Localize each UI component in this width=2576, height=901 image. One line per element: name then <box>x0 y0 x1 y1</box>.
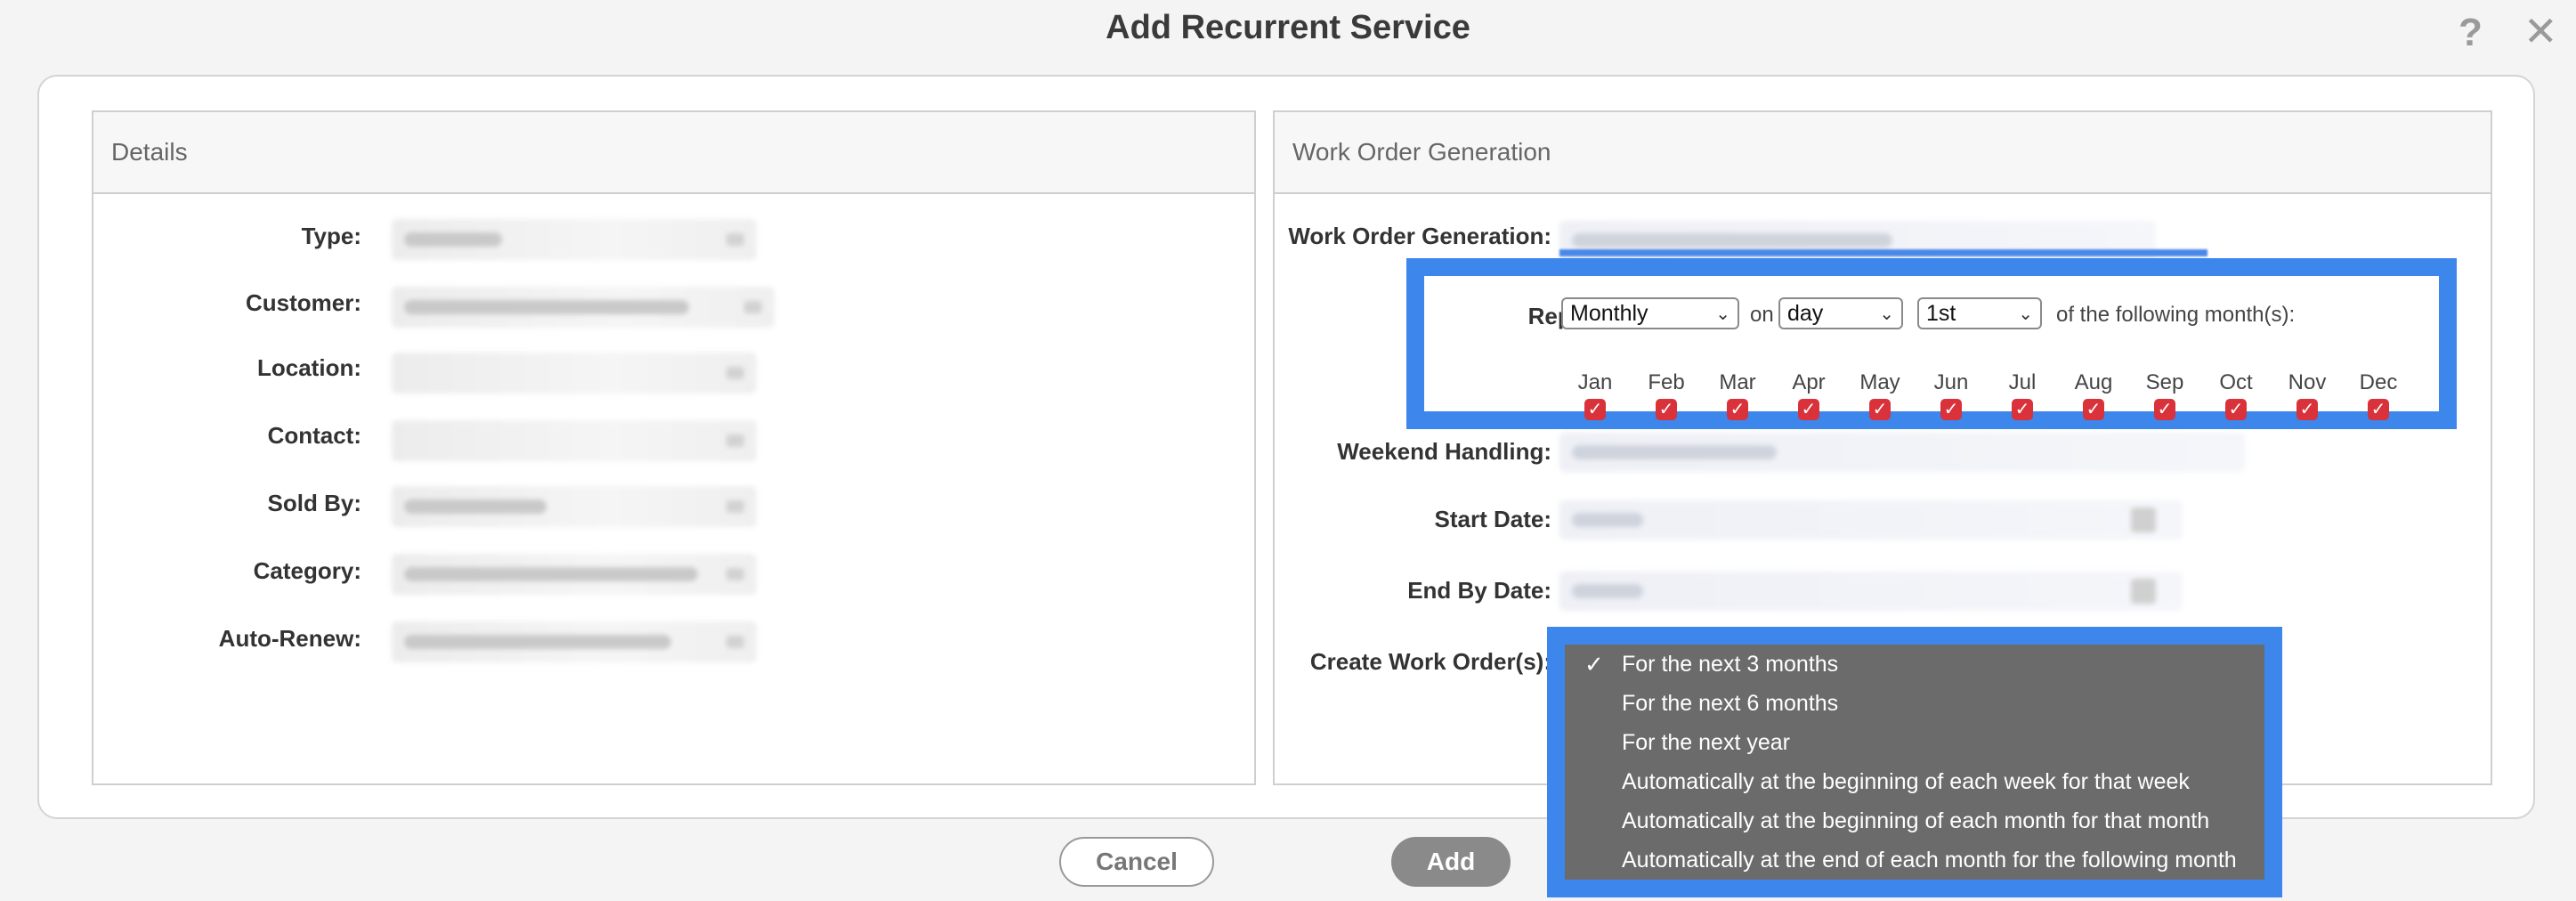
month-feb[interactable]: Feb ✓ <box>1640 370 1693 420</box>
checkbox-checked-icon[interactable]: ✓ <box>2012 399 2033 420</box>
create-label: Create Work Order(s): <box>1309 648 1551 675</box>
month-jan[interactable]: Jan ✓ <box>1568 370 1622 420</box>
category-select[interactable] <box>392 554 757 595</box>
close-icon[interactable]: ✕ <box>2523 11 2558 52</box>
category-label: Category: <box>253 557 361 584</box>
details-heading: Details <box>93 112 1254 194</box>
start-date-label: Start Date: <box>1434 506 1551 532</box>
month-aug[interactable]: Aug ✓ <box>2067 370 2120 420</box>
checkbox-checked-icon[interactable]: ✓ <box>2225 399 2247 420</box>
cancel-button[interactable]: Cancel <box>1059 837 1214 887</box>
dropdown-option-next-6-months[interactable]: For the next 6 months <box>1565 684 2264 723</box>
dialog-title: Add Recurrent Service <box>1106 9 1470 46</box>
repeat-unit-select[interactable]: day ⌄ <box>1778 297 1903 329</box>
contact-select[interactable] <box>392 420 757 461</box>
customer-label: Customer: <box>245 289 361 316</box>
month-mar[interactable]: Mar ✓ <box>1711 370 1764 420</box>
checkbox-checked-icon[interactable]: ✓ <box>1798 399 1819 420</box>
type-label: Type: <box>301 223 361 249</box>
dropdown-option-end-of-month[interactable]: Automatically at the end of each month f… <box>1565 840 2264 880</box>
checkbox-checked-icon[interactable]: ✓ <box>1727 399 1748 420</box>
month-apr[interactable]: Apr ✓ <box>1782 370 1835 420</box>
contact-label: Contact: <box>267 422 361 449</box>
month-sep[interactable]: Sep ✓ <box>2138 370 2191 420</box>
add-button[interactable]: Add <box>1391 837 1511 887</box>
dropdown-option-next-3-months[interactable]: ✓ For the next 3 months <box>1565 645 2264 684</box>
chevron-down-icon: ⌄ <box>1715 304 1730 324</box>
month-dec[interactable]: Dec ✓ <box>2352 370 2405 420</box>
dropdown-option-next-year[interactable]: For the next year <box>1565 723 2264 762</box>
help-icon[interactable]: ? <box>2459 11 2483 55</box>
location-label: Location: <box>257 354 361 381</box>
checkbox-checked-icon[interactable]: ✓ <box>2297 399 2318 420</box>
checkbox-checked-icon[interactable]: ✓ <box>1869 399 1891 420</box>
month-oct[interactable]: Oct ✓ <box>2209 370 2263 420</box>
month-may[interactable]: May ✓ <box>1853 370 1907 420</box>
customer-select[interactable] <box>392 287 774 328</box>
dropdown-option-each-week[interactable]: Automatically at the beginning of each w… <box>1565 762 2264 801</box>
checkbox-checked-icon[interactable]: ✓ <box>1584 399 1606 420</box>
checkbox-checked-icon[interactable]: ✓ <box>2368 399 2389 420</box>
details-panel: Details Type: Customer: Location: Contac… <box>92 110 1256 785</box>
auto-renew-label: Auto-Renew: <box>218 625 361 652</box>
on-text: on <box>1750 303 1774 327</box>
sold-by-select[interactable] <box>392 486 757 527</box>
location-select[interactable] <box>392 353 757 394</box>
checkbox-checked-icon[interactable]: ✓ <box>1940 399 1962 420</box>
create-work-orders-dropdown[interactable]: ✓ For the next 3 months For the next 6 m… <box>1547 627 2282 897</box>
repeat-frequency-value: Monthly <box>1570 301 1648 326</box>
following-months-text: of the following month(s): <box>2056 303 2296 327</box>
dropdown-option-each-month[interactable]: Automatically at the beginning of each m… <box>1565 801 2264 840</box>
repeat-highlight: Repeat: Monthly ⌄ on day ⌄ 1st ⌄ of the … <box>1406 258 2457 429</box>
repeat-frequency-select[interactable]: Monthly ⌄ <box>1561 297 1739 329</box>
checkbox-checked-icon[interactable]: ✓ <box>2083 399 2104 420</box>
chevron-down-icon: ⌄ <box>2018 304 2033 324</box>
sold-by-label: Sold By: <box>267 490 361 516</box>
repeat-day-select[interactable]: 1st ⌄ <box>1917 297 2042 329</box>
checkmark-icon: ✓ <box>1584 651 1604 678</box>
work-order-heading: Work Order Generation <box>1275 112 2491 194</box>
checkbox-checked-icon[interactable]: ✓ <box>1656 399 1677 420</box>
end-date-input[interactable] <box>1559 572 2183 611</box>
month-jul[interactable]: Jul ✓ <box>1996 370 2049 420</box>
end-date-label: End By Date: <box>1407 577 1551 604</box>
start-date-input[interactable] <box>1559 500 2183 540</box>
generation-label: Work Order Generation: <box>1288 223 1551 249</box>
auto-renew-select[interactable] <box>392 621 757 662</box>
type-select[interactable] <box>392 219 757 260</box>
month-jun[interactable]: Jun ✓ <box>1924 370 1978 420</box>
generation-focus-bar <box>1559 249 2207 256</box>
repeat-unit-value: day <box>1787 301 1824 326</box>
chevron-down-icon: ⌄ <box>1879 304 1894 324</box>
repeat-day-value: 1st <box>1926 301 1956 326</box>
weekend-select[interactable] <box>1559 433 2245 472</box>
weekend-label: Weekend Handling: <box>1337 438 1551 465</box>
checkbox-checked-icon[interactable]: ✓ <box>2154 399 2175 420</box>
month-nov[interactable]: Nov ✓ <box>2280 370 2334 420</box>
